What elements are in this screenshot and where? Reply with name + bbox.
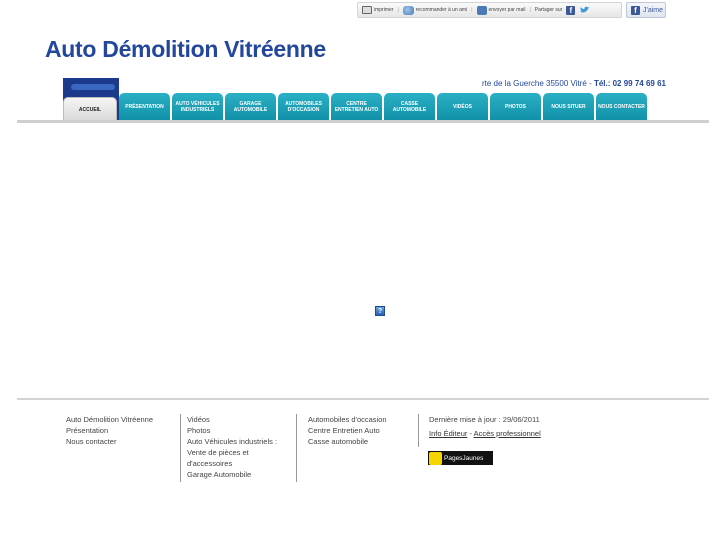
share-group: Partager sur f <box>534 5 591 15</box>
footer-link[interactable]: Centre Entretien Auto <box>308 425 387 436</box>
pages-jaunes-badge[interactable]: PagesJaunes <box>428 451 493 465</box>
separator: | <box>471 7 473 13</box>
printer-icon <box>362 6 372 14</box>
footer-column-3: Automobiles d'occasion Centre Entretien … <box>296 414 387 482</box>
footer-link[interactable]: d'accessoires <box>187 458 277 469</box>
phone-number: Tél.: 02 99 74 69 61 <box>593 79 666 88</box>
facebook-icon: f <box>631 5 640 15</box>
nav-tab-centre-entretien[interactable]: CENTRE ENTRETIEN AUTO <box>331 93 382 121</box>
nav-tab-presentation[interactable]: PRÉSENTATION <box>119 93 170 121</box>
nav-tab-automobiles-occasion[interactable]: AUTOMOBILES D'OCCASION <box>278 93 329 121</box>
recommend-label: recommander à un ami <box>415 7 468 13</box>
nav-tab-vehicules-industriels[interactable]: AUTO VÉHICULES INDUSTRIELS <box>172 93 223 121</box>
nav-tab-videos[interactable]: VIDÉOS <box>437 93 488 121</box>
footer-link[interactable]: Présentation <box>66 425 153 436</box>
pages-jaunes-label: PagesJaunes <box>444 454 484 462</box>
separator: | <box>397 7 399 13</box>
nav-tab-nous-situer[interactable]: NOUS SITUER <box>543 93 594 121</box>
mail-icon <box>476 5 487 15</box>
info-editeur-link[interactable]: Info Éditeur <box>429 429 467 438</box>
contact-line: rte de la Guerche 35500 Vitré - Tél.: 02… <box>482 79 666 88</box>
missing-plugin-icon[interactable]: ? <box>375 306 385 316</box>
footer-links-row: Info Éditeur - Accès professionnel <box>429 428 541 439</box>
nav-tab-casse-automobile[interactable]: CASSE AUTOMOBILE <box>384 93 435 121</box>
main-nav: ACCUEIL PRÉSENTATION AUTO VÉHICULES INDU… <box>63 93 649 121</box>
header-divider <box>17 120 709 123</box>
footer-link[interactable]: Photos <box>187 425 277 436</box>
site-title[interactable]: Auto Démolition Vitréenne <box>45 36 326 63</box>
pages-jaunes-logo-icon <box>429 451 442 465</box>
footer-link[interactable]: Casse automobile <box>308 436 387 447</box>
nav-tab-accueil[interactable]: ACCUEIL <box>63 97 117 121</box>
email-link[interactable]: envoyer par mail <box>476 5 526 15</box>
facebook-icon[interactable]: f <box>566 5 576 15</box>
nav-tab-garage-automobile[interactable]: GARAGE AUTOMOBILE <box>225 93 276 121</box>
facebook-like-button[interactable]: f J'aime <box>626 2 666 18</box>
email-label: envoyer par mail <box>488 7 526 13</box>
footer-link[interactable]: Vidéos <box>187 414 277 425</box>
footer-column-1: Auto Démolition Vitréenne Présentation N… <box>66 414 153 447</box>
last-update: Dernière mise à jour : 29/06/2011 <box>429 415 540 424</box>
separator: | <box>529 7 531 13</box>
address: rte de la Guerche 35500 Vitré <box>482 79 587 88</box>
recommend-link[interactable]: recommander à un ami <box>402 5 468 15</box>
footer-link[interactable]: Nous contacter <box>66 436 153 447</box>
share-label: Partager sur <box>534 7 563 13</box>
print-link[interactable]: imprimer <box>362 6 393 14</box>
footer-divider <box>17 398 709 400</box>
acces-pro-link[interactable]: Accès professionnel <box>474 429 541 438</box>
nav-tab-nous-contacter[interactable]: NOUS CONTACTER <box>596 93 647 121</box>
footer-link[interactable]: Auto Démolition Vitréenne <box>66 414 153 425</box>
like-label: J'aime <box>643 6 664 14</box>
footer-link[interactable]: Auto Véhicules industriels : <box>187 436 277 447</box>
share-toolbar: imprimer | recommander à un ami | envoye… <box>357 2 622 18</box>
nav-tab-photos[interactable]: PHOTOS <box>490 93 541 121</box>
footer-link[interactable]: Vente de pièces et <box>187 447 277 458</box>
footer-column-4: Dernière mise à jour : 29/06/2011 Info É… <box>418 414 541 447</box>
footer-column-2: Vidéos Photos Auto Véhicules industriels… <box>180 414 277 482</box>
recommend-icon <box>402 5 414 15</box>
footer-link[interactable]: Automobiles d'occasion <box>308 414 387 425</box>
twitter-icon[interactable] <box>579 6 590 14</box>
print-label: imprimer <box>374 7 394 13</box>
footer-link[interactable]: Garage Automobile <box>187 469 277 480</box>
